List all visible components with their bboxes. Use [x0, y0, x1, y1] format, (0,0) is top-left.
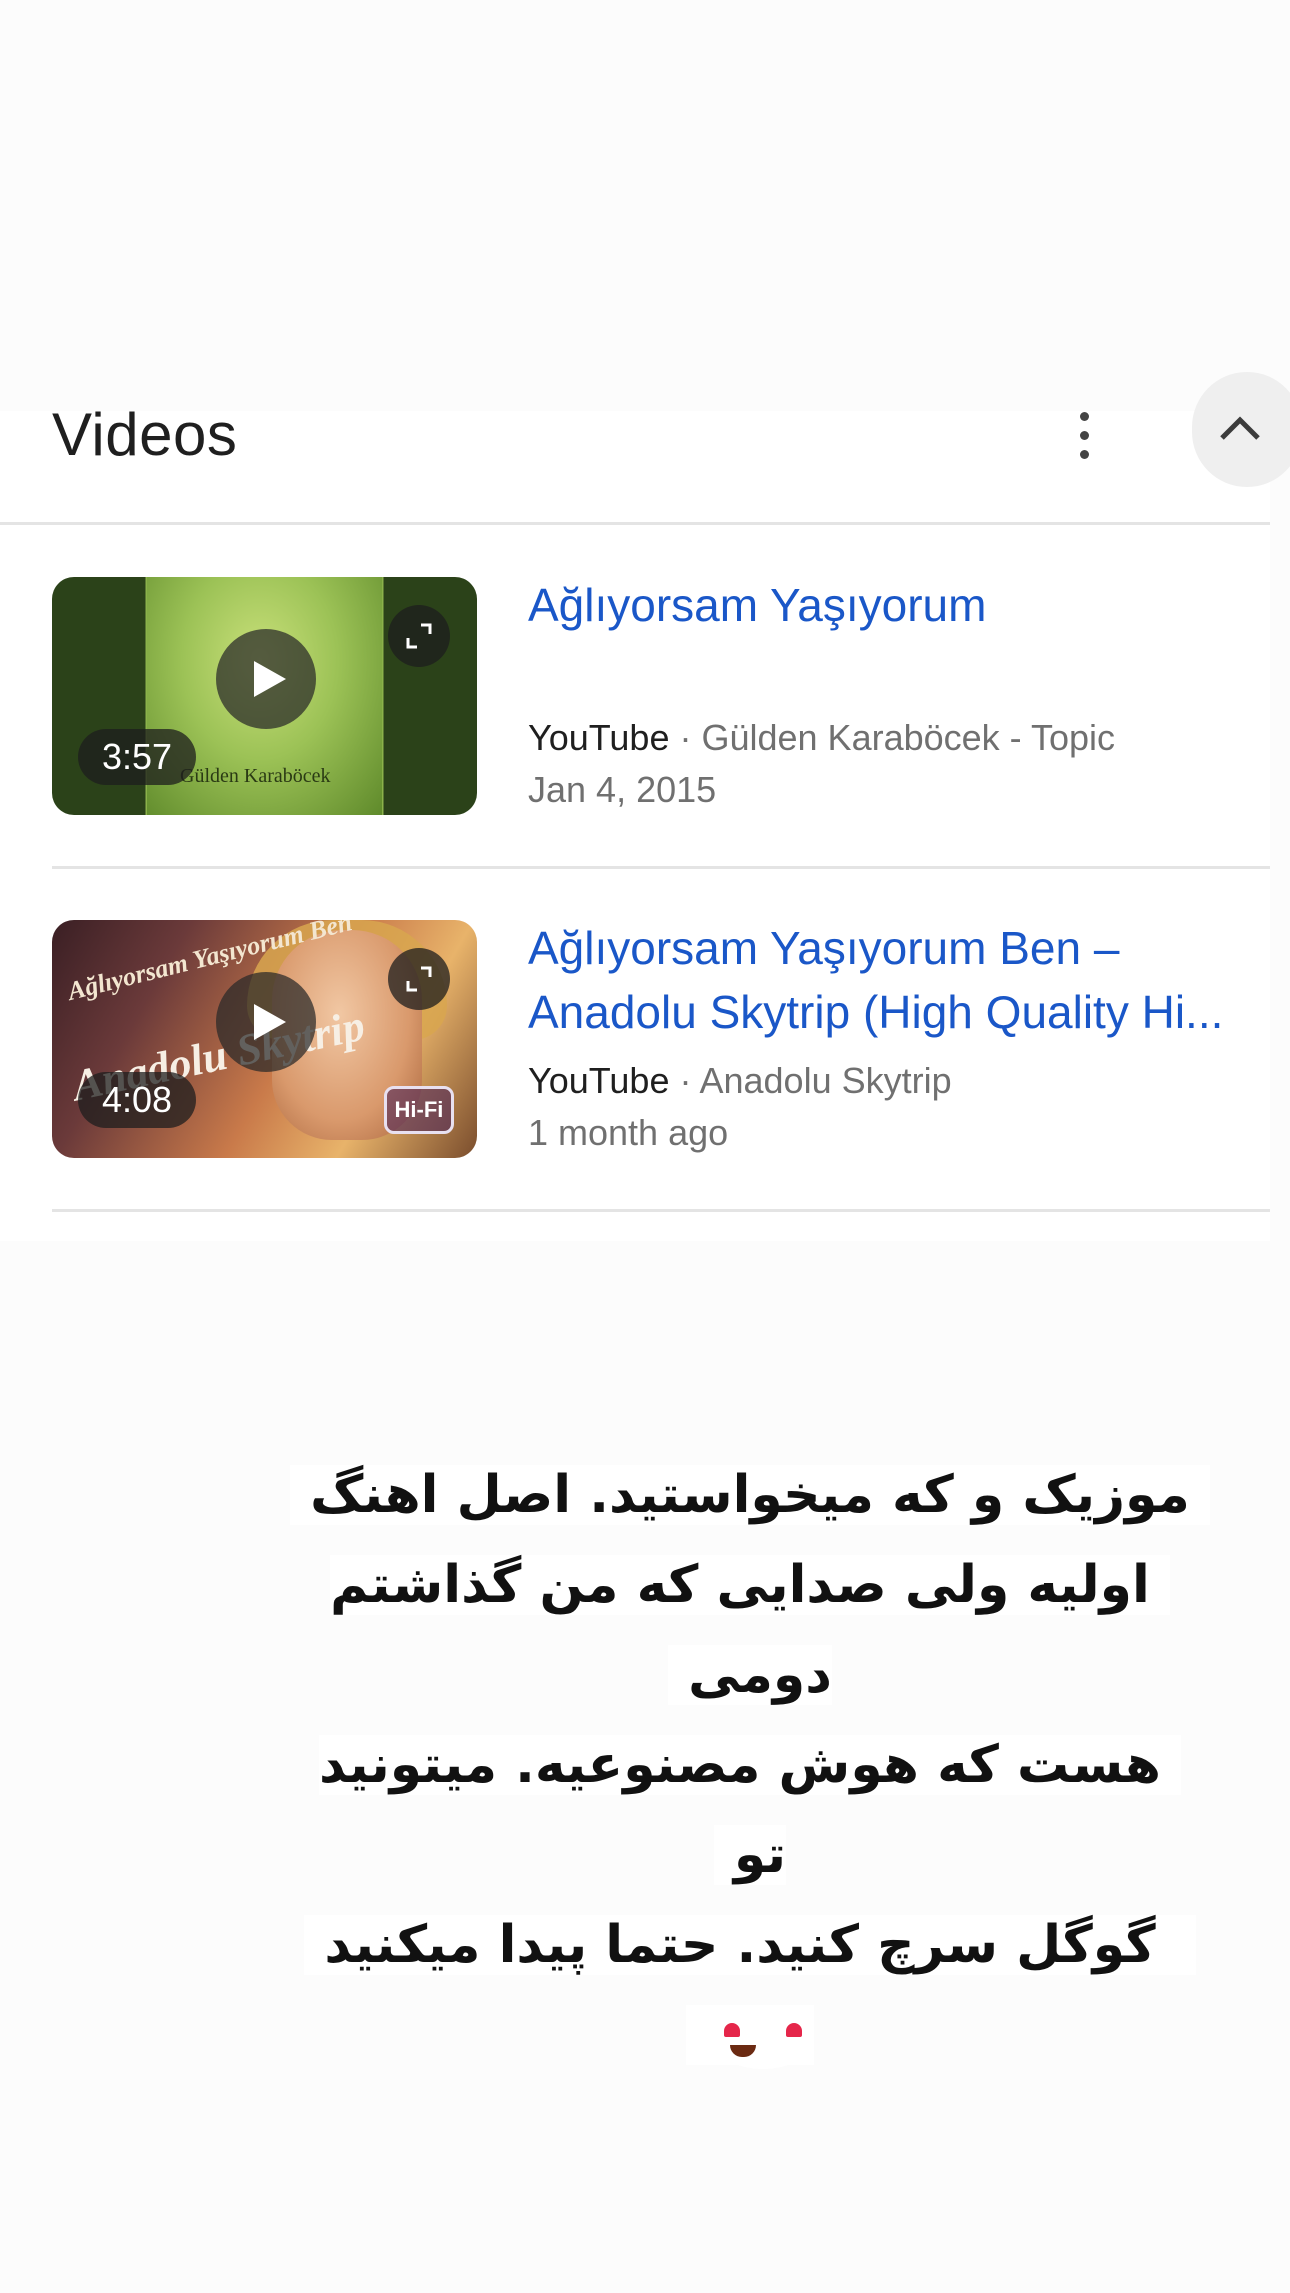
video-meta: YouTube · Anadolu Skytrip: [528, 1060, 952, 1101]
expand-icon: [406, 966, 432, 992]
duration-badge: 3:57: [78, 729, 197, 785]
collapse-button[interactable]: [1192, 372, 1290, 487]
row-divider: [52, 1209, 1270, 1212]
row-divider: [52, 866, 1270, 869]
video-source: YouTube: [528, 717, 670, 758]
section-title: Videos: [52, 401, 238, 468]
play-icon: [254, 661, 286, 697]
expand-icon: [406, 623, 432, 649]
video-source: YouTube: [528, 1060, 670, 1101]
overlay-line: گوگل سرچ کنید. حتما پیدا میکنید: [304, 1915, 1176, 1975]
video-thumbnail[interactable]: Gülden Karaböcek 3:57: [52, 577, 477, 815]
video-date: Jan 4, 2015: [528, 769, 717, 810]
video-title[interactable]: Ağlıyorsam Yaşıyorum Ben –: [528, 916, 1119, 980]
thumbnail-caption: Gülden Karaböcek: [180, 765, 331, 787]
video-channel: Anadolu Skytrip: [699, 1060, 952, 1101]
play-icon: [254, 1004, 286, 1040]
overlay-line: موزیک و که میخواستید. اصل اهنگ: [290, 1465, 1210, 1525]
duration-badge: 4:08: [78, 1072, 197, 1128]
expand-button[interactable]: [388, 948, 450, 1010]
video-title-line2[interactable]: Anadolu Skytrip (High Quality Hi...: [528, 980, 1223, 1044]
video-date: 1 month ago: [528, 1112, 729, 1153]
overlay-line: اولیه ولی صدایی که من گذاشتم دومی: [330, 1555, 1170, 1705]
video-channel: Gülden Karaböcek - Topic: [701, 717, 1116, 758]
video-title[interactable]: Ağlıyorsam Yaşıyorum: [528, 573, 986, 637]
video-thumbnail[interactable]: Ağlıyorsam Yaşıyorum Ben Anadolu Skytrip…: [52, 920, 477, 1158]
more-options-icon[interactable]: [1068, 408, 1100, 464]
hifi-badge: Hi-Fi: [384, 1086, 454, 1134]
play-button[interactable]: [216, 629, 316, 729]
expand-button[interactable]: [388, 605, 450, 667]
play-button[interactable]: [216, 972, 316, 1072]
story-text-overlay: موزیک و که میخواستید. اصل اهنگ اولیه ولی…: [290, 1450, 1210, 2080]
video-meta: YouTube · Gülden Karaböcek - Topic: [528, 717, 1116, 758]
heart-eyes-emoji-icon: [712, 2007, 814, 2069]
chevron-up-icon: [1220, 416, 1260, 440]
header-divider: [0, 522, 1270, 525]
video-result[interactable]: Gülden Karaböcek 3:57 Ağlıyorsam Yaşıyor…: [0, 577, 1270, 817]
overlay-line: هست که هوش مصنوعیه. میتونید تو: [319, 1735, 1181, 1885]
video-result[interactable]: Ağlıyorsam Yaşıyorum Ben Anadolu Skytrip…: [0, 920, 1270, 1160]
